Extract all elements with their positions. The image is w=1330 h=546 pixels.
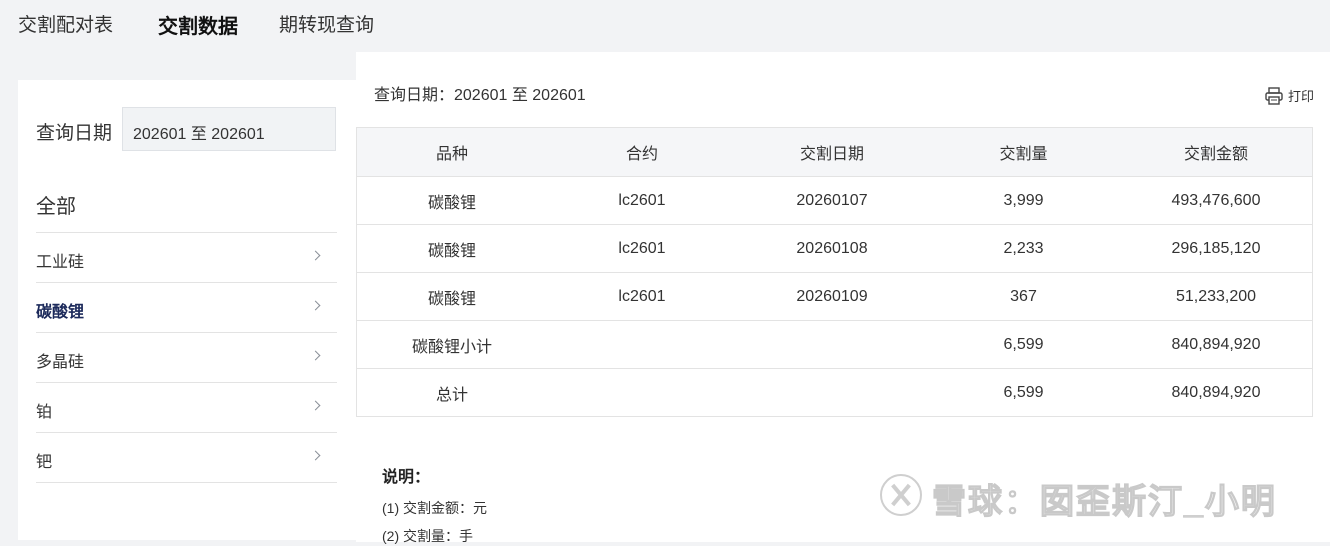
- table-cell: 20260108: [737, 224, 927, 273]
- printer-icon: [1265, 87, 1283, 105]
- table-cell: 6,599: [927, 320, 1120, 369]
- column-header: 交割量: [927, 127, 1120, 177]
- table-cell: [547, 320, 737, 369]
- query-date-input[interactable]: 202601 至 202601: [122, 107, 336, 151]
- table-cell: 296,185,120: [1120, 224, 1313, 273]
- table-cell: 840,894,920: [1120, 368, 1313, 417]
- category-all[interactable]: 全部: [36, 190, 76, 219]
- table-row: 碳酸锂 lc2601 20260107 3,999 493,476,600: [356, 176, 1313, 225]
- table-cell: 2,233: [927, 224, 1120, 273]
- sidebar-item-polysilicon[interactable]: 多晶硅: [36, 332, 337, 382]
- print-button[interactable]: 打印: [1264, 86, 1314, 106]
- top-tab-bar: 交割配对表 交割数据 期转现查询: [0, 0, 1330, 48]
- table-cell: 碳酸锂: [356, 176, 547, 225]
- table-cell: 840,894,920: [1120, 320, 1313, 369]
- table-cell: [547, 368, 737, 417]
- sidebar-item-label: 钯: [36, 454, 53, 471]
- table-cell: lc2601: [547, 272, 737, 321]
- total-row: 总计 6,599 840,894,920: [356, 368, 1313, 417]
- chevron-right-icon: [310, 350, 321, 361]
- table-cell: 碳酸锂小计: [356, 320, 547, 369]
- column-header: 品种: [356, 127, 547, 177]
- main-panel: 查询日期：202601 至 202601 打印 品种 合约 交割日期 交割量 交…: [356, 52, 1330, 544]
- table-cell: 总计: [356, 368, 547, 417]
- table-cell: lc2601: [547, 224, 737, 273]
- note-line: (1) 交割金额：元: [382, 500, 487, 516]
- sidebar: 查询日期 202601 至 202601 全部 工业硅 碳酸锂 多晶硅 铂 钯: [18, 80, 356, 540]
- table-cell: 碳酸锂: [356, 272, 547, 321]
- tab-delivery-data[interactable]: 交割数据: [158, 10, 238, 39]
- table-row: 碳酸锂 lc2601 20260109 367 51,233,200: [356, 272, 1313, 321]
- table-row: 碳酸锂 lc2601 20260108 2,233 296,185,120: [356, 224, 1313, 273]
- sidebar-item-palladium[interactable]: 钯: [36, 432, 337, 483]
- table-cell: 367: [927, 272, 1120, 321]
- note-line: (2) 交割量：手: [382, 528, 473, 544]
- table-cell: [737, 320, 927, 369]
- chevron-right-icon: [310, 400, 321, 411]
- sidebar-item-lithium-carbonate[interactable]: 碳酸锂: [36, 282, 337, 332]
- sidebar-item-industrial-silicon[interactable]: 工业硅: [36, 232, 337, 282]
- table-cell: [737, 368, 927, 417]
- chevron-right-icon: [310, 250, 321, 261]
- query-date-label: 查询日期: [36, 123, 113, 144]
- sidebar-item-platinum[interactable]: 铂: [36, 382, 337, 432]
- query-date-summary: 查询日期：202601 至 202601: [374, 87, 586, 104]
- print-label: 打印: [1287, 89, 1314, 104]
- table-cell: 20260109: [737, 272, 927, 321]
- table-cell: 3,999: [927, 176, 1120, 225]
- column-header: 合约: [547, 127, 737, 177]
- table-cell: 493,476,600: [1120, 176, 1313, 225]
- watermark: 雪球：囡歪斯汀_小明: [931, 482, 1277, 521]
- chevron-right-icon: [310, 300, 321, 311]
- category-list: 工业硅 碳酸锂 多晶硅 铂 钯: [36, 232, 337, 483]
- sidebar-item-label: 碳酸锂: [36, 304, 85, 321]
- table-cell: lc2601: [547, 176, 737, 225]
- table-header-row: 品种 合约 交割日期 交割量 交割金额: [356, 127, 1313, 177]
- notes-title: 说明：: [382, 469, 431, 486]
- column-header: 交割日期: [737, 127, 927, 177]
- column-header: 交割金额: [1120, 127, 1313, 177]
- delivery-data-table: 品种 合约 交割日期 交割量 交割金额 碳酸锂 lc2601 20260107 …: [356, 127, 1313, 417]
- tab-delivery-matching[interactable]: 交割配对表: [18, 10, 113, 37]
- tab-efp-query[interactable]: 期转现查询: [279, 10, 374, 37]
- table-cell: 51,233,200: [1120, 272, 1313, 321]
- table-cell: 20260107: [737, 176, 927, 225]
- table-cell: 碳酸锂: [356, 224, 547, 273]
- sidebar-item-label: 铂: [36, 404, 53, 421]
- subtotal-row: 碳酸锂小计 6,599 840,894,920: [356, 320, 1313, 369]
- table-cell: 6,599: [927, 368, 1120, 417]
- sidebar-item-label: 多晶硅: [36, 354, 85, 371]
- sidebar-item-label: 工业硅: [36, 254, 85, 271]
- chevron-right-icon: [310, 450, 321, 461]
- xueqiu-logo: [880, 474, 922, 516]
